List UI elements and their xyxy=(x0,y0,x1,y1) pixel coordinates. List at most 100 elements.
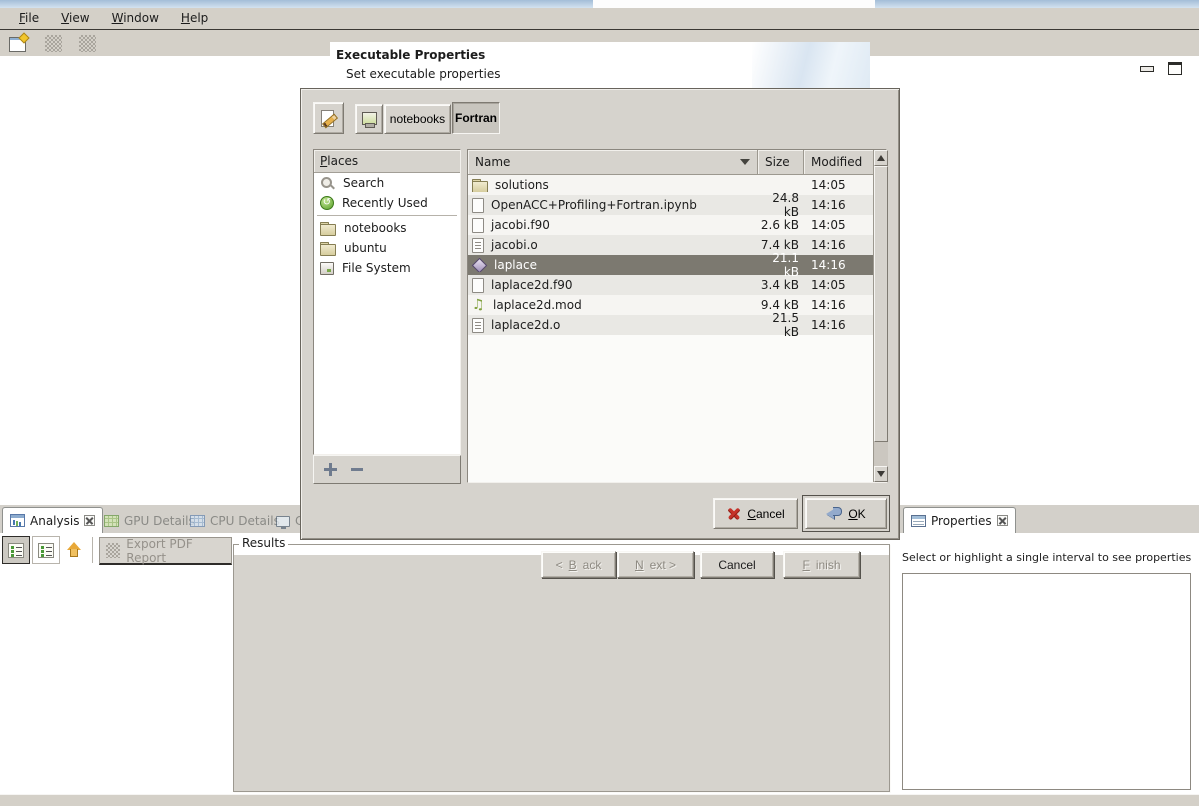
table-row[interactable]: OpenACC+Profiling+Fortran.ipynb 24.8 kB … xyxy=(468,195,873,215)
table-row[interactable]: solutions 14:05 xyxy=(468,175,873,195)
add-place-icon xyxy=(324,463,337,476)
table-row[interactable]: laplace2d.mod 9.4 kB 14:16 xyxy=(468,295,873,315)
place-label: File System xyxy=(342,261,411,275)
properties-table-icon xyxy=(911,515,926,527)
close-tab-icon[interactable] xyxy=(997,515,1008,526)
file-modified: 14:16 xyxy=(804,258,873,272)
minimize-icon[interactable] xyxy=(1140,66,1154,72)
module-file-icon xyxy=(472,298,486,313)
next-button: Next > xyxy=(617,551,694,578)
scroll-down-button[interactable] xyxy=(874,466,888,482)
place-recently-used[interactable]: Recently Used xyxy=(314,193,460,213)
file-size: 21.1 kB xyxy=(758,251,804,279)
column-name[interactable]: Name xyxy=(468,150,758,175)
places-panel: Places Search Recently Used notebooks ub… xyxy=(313,149,461,455)
table-row[interactable]: laplace2d.o 21.5 kB 14:16 xyxy=(468,315,873,335)
gpu-table-icon xyxy=(104,515,119,527)
file-chooser-dialog: notebooks Fortran Places Search Recently… xyxy=(300,88,900,540)
tab-cpu-details[interactable]: CPU Details xyxy=(186,510,284,532)
close-tab-icon[interactable] xyxy=(84,515,95,526)
column-name-label: Name xyxy=(475,155,510,169)
file-name: laplace xyxy=(494,258,537,272)
up-arrow-icon xyxy=(67,542,81,558)
place-label: ubuntu xyxy=(344,241,387,255)
table-row[interactable]: jacobi.f90 2.6 kB 14:05 xyxy=(468,215,873,235)
results-group-label: Results xyxy=(239,536,288,550)
scrollbar-thumb[interactable] xyxy=(874,166,888,442)
back-button: < Back xyxy=(541,551,616,578)
place-label: Recently Used xyxy=(342,196,428,210)
cancel-x-icon xyxy=(726,506,742,521)
new-window-icon xyxy=(9,34,29,52)
table-row[interactable]: jacobi.o 7.4 kB 14:16 xyxy=(468,235,873,255)
places-actions-bar xyxy=(313,455,461,484)
file-icon xyxy=(472,218,484,233)
place-file-system[interactable]: File System xyxy=(314,258,460,278)
breadcrumb-fortran[interactable]: Fortran xyxy=(452,102,500,134)
breadcrumb-fortran-label: Fortran xyxy=(455,111,497,125)
column-size[interactable]: Size xyxy=(758,150,804,175)
place-ubuntu[interactable]: ubuntu xyxy=(314,238,460,258)
column-size-label: Size xyxy=(765,155,790,169)
file-size: 2.6 kB xyxy=(758,218,804,232)
unguided-analysis-button[interactable] xyxy=(32,536,60,564)
file-size: 21.5 kB xyxy=(758,311,804,339)
column-modified[interactable]: Modified xyxy=(804,150,873,175)
menu-help[interactable]: Help xyxy=(170,9,219,28)
file-name: OpenACC+Profiling+Fortran.ipynb xyxy=(491,198,697,212)
file-size: 24.8 kB xyxy=(758,191,804,219)
object-file-icon xyxy=(472,318,484,333)
table-row-selected[interactable]: laplace 21.1 kB 14:16 xyxy=(468,255,873,275)
titlebar-white-segment xyxy=(593,0,875,8)
edit-pencil-icon xyxy=(320,109,338,127)
menu-window[interactable]: Window xyxy=(101,9,170,28)
tab-analysis[interactable]: Analysis xyxy=(2,507,103,533)
file-list-header: Name Size Modified xyxy=(468,150,886,175)
file-name: solutions xyxy=(495,178,549,192)
toolbar-disabled-button-2 xyxy=(75,32,99,54)
ok-button[interactable]: OK xyxy=(805,498,887,529)
executable-icon xyxy=(472,258,488,272)
places-header[interactable]: Places xyxy=(314,150,460,173)
scroll-up-button[interactable] xyxy=(874,150,888,166)
menu-view[interactable]: View xyxy=(50,9,100,28)
scrollbar[interactable] xyxy=(873,150,888,482)
file-icon xyxy=(472,198,484,213)
file-modified: 14:16 xyxy=(804,318,873,332)
cancel-label: Cancel xyxy=(747,507,784,521)
tab-properties[interactable]: Properties xyxy=(903,507,1016,533)
table-row[interactable]: laplace2d.f90 3.4 kB 14:05 xyxy=(468,275,873,295)
breadcrumb-notebooks[interactable]: notebooks xyxy=(384,104,451,134)
file-modified: 14:05 xyxy=(804,218,873,232)
menu-file[interactable]: File xyxy=(8,9,50,28)
back-up-button[interactable] xyxy=(60,536,88,564)
place-label: Search xyxy=(343,176,384,190)
file-size: 9.4 kB xyxy=(758,298,804,312)
guided-analysis-button[interactable] xyxy=(2,536,30,564)
cpu-table-icon xyxy=(190,515,205,527)
file-modified: 14:16 xyxy=(804,198,873,212)
wizard-header: Executable Properties Set executable pro… xyxy=(330,42,870,88)
cancel-button[interactable]: Cancel xyxy=(713,498,798,529)
drive-icon xyxy=(320,262,334,275)
results-content xyxy=(234,555,889,791)
file-modified: 14:16 xyxy=(804,298,873,312)
place-notebooks[interactable]: notebooks xyxy=(314,218,460,238)
properties-view: Select or highlight a single interval to… xyxy=(896,533,1199,794)
place-search[interactable]: Search xyxy=(314,173,460,193)
ok-button-focus-ring: OK xyxy=(802,495,890,532)
analysis-view: Export PDF Report xyxy=(0,533,232,794)
left-view-tabstrip: Analysis GPU Details CPU Details C xyxy=(0,505,302,533)
breadcrumb-notebooks-label: notebooks xyxy=(390,112,445,126)
object-file-icon xyxy=(472,238,484,253)
folder-icon xyxy=(320,242,336,255)
tab-gpu-details[interactable]: GPU Details xyxy=(100,510,199,532)
file-name: laplace2d.f90 xyxy=(491,278,573,292)
new-session-button[interactable] xyxy=(7,32,31,54)
ok-label: OK xyxy=(848,507,865,521)
wizard-cancel-button[interactable]: Cancel xyxy=(700,551,774,578)
maximize-icon[interactable] xyxy=(1168,62,1182,75)
breadcrumb-root-button[interactable] xyxy=(355,104,383,134)
list-view-icon xyxy=(8,543,24,558)
type-filename-button[interactable] xyxy=(313,102,344,134)
